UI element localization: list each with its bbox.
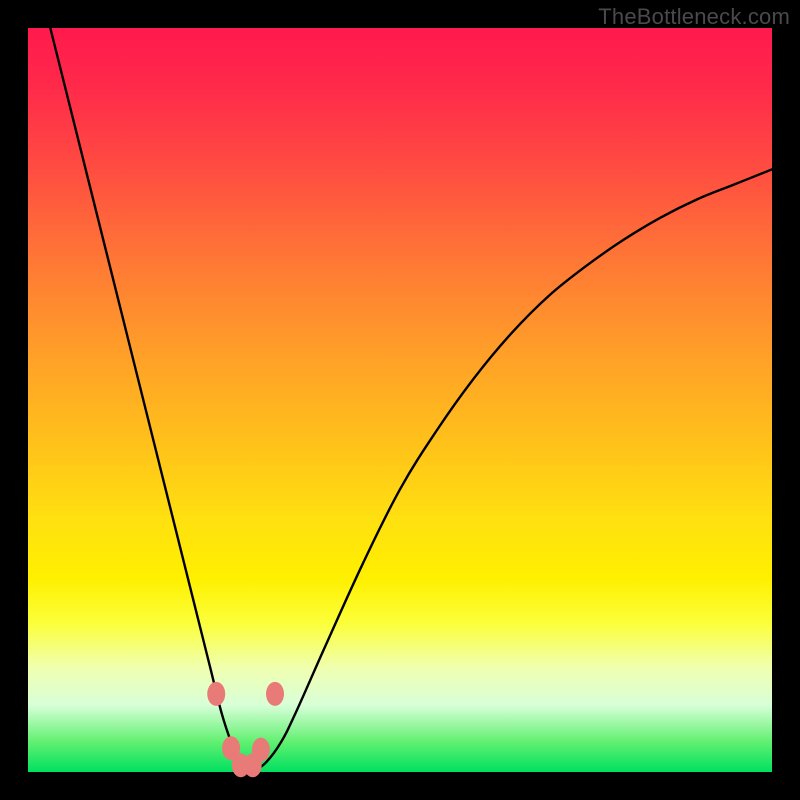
watermark-text: TheBottleneck.com [598,4,790,30]
chart-plot [28,28,772,772]
marker-point [266,682,284,706]
marker-group [207,682,284,777]
marker-point [244,753,262,777]
bottleneck-curve [50,28,772,771]
marker-point [207,682,225,706]
